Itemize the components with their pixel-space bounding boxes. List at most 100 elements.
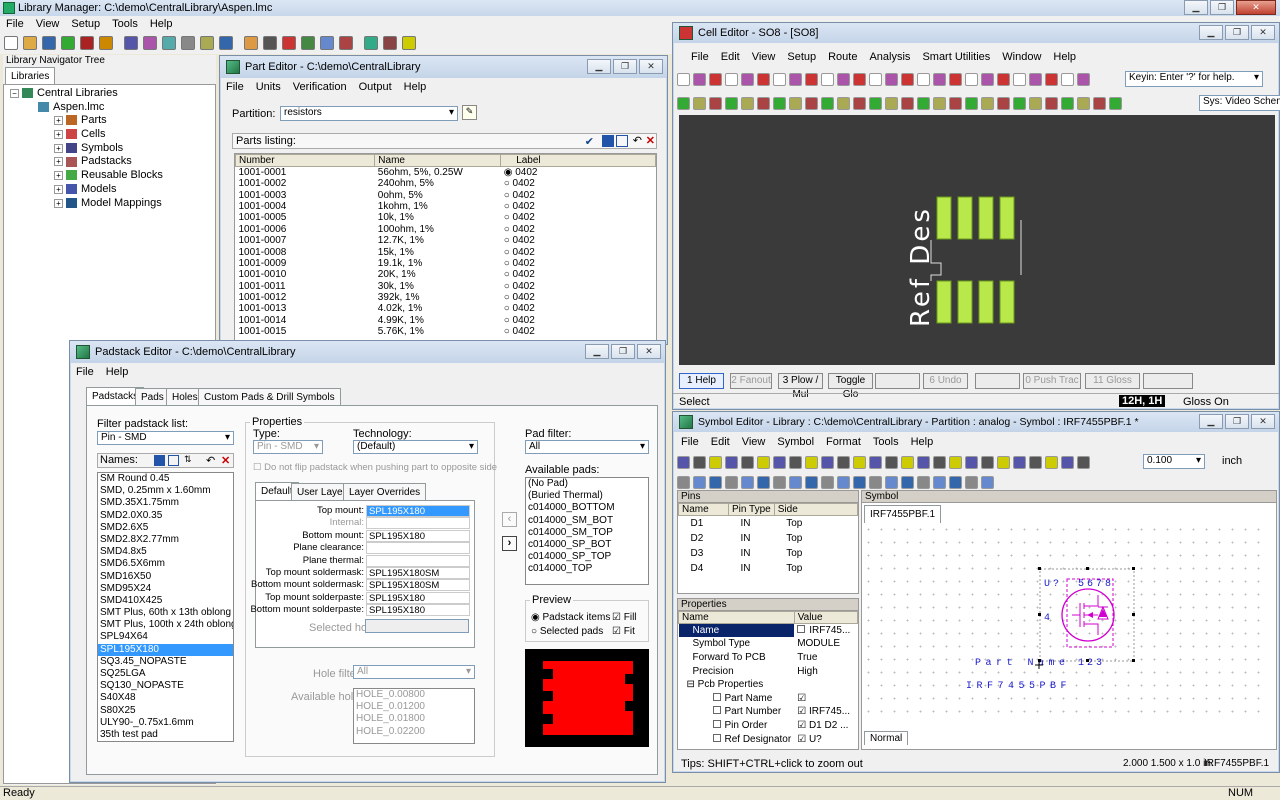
- list-item[interactable]: SPL195X180: [98, 643, 233, 656]
- layer-value[interactable]: [366, 554, 470, 567]
- pcb-pad[interactable]: [978, 280, 994, 324]
- fkey-button[interactable]: 1 Help: [679, 373, 724, 389]
- ctb1-tool-12-icon[interactable]: [869, 72, 882, 86]
- label-radio[interactable]: ○: [504, 247, 513, 258]
- main-tool-14-icon[interactable]: [282, 36, 296, 50]
- main-tool-13-icon[interactable]: [263, 36, 277, 50]
- expand-icon[interactable]: +: [54, 130, 63, 140]
- keyin-field[interactable]: Keyin: Enter '?' for help.: [1125, 71, 1263, 87]
- label-radio[interactable]: ○: [504, 303, 513, 314]
- part-menu-output[interactable]: Output: [353, 81, 398, 93]
- label-radio[interactable]: ○: [504, 315, 513, 326]
- stb2-tool-2-icon[interactable]: [709, 475, 722, 489]
- parts-check-icon[interactable]: ✔: [585, 135, 594, 148]
- prop-checkbox[interactable]: ☑: [797, 706, 809, 717]
- label-radio[interactable]: ○: [504, 190, 513, 201]
- ctb2-tool-21-icon[interactable]: [1013, 96, 1026, 110]
- stb2-tool-9-icon[interactable]: [821, 475, 834, 489]
- ctb2-tool-14-icon[interactable]: [901, 96, 914, 110]
- layer-value[interactable]: SPL195X180SM: [366, 579, 470, 592]
- pad-maximize-button[interactable]: ❐: [611, 344, 635, 359]
- main-tool-11-icon[interactable]: [219, 36, 233, 50]
- pcb-pad[interactable]: [957, 196, 973, 240]
- list-item[interactable]: S80X25: [98, 705, 233, 717]
- ctb2-tool-19-icon[interactable]: [981, 96, 994, 110]
- table-row[interactable]: Name IRF745...: [678, 623, 858, 638]
- ctb2-tool-17-icon[interactable]: [949, 96, 962, 110]
- list-item[interactable]: SMD95X24: [98, 583, 233, 595]
- main-tool-18-icon[interactable]: [364, 36, 378, 50]
- table-row[interactable]: D4 IN Top: [679, 561, 858, 576]
- tree-item[interactable]: + Reusable Blocks: [10, 169, 215, 183]
- pcb-pad[interactable]: [999, 280, 1015, 324]
- doc-tab[interactable]: IRF7455PBF.1: [864, 505, 942, 523]
- stb1-tool-6-icon[interactable]: [773, 455, 786, 469]
- pcb-canvas[interactable]: Ref Des: [679, 115, 1275, 365]
- fit-checkbox[interactable]: ☑ Fit: [612, 626, 635, 637]
- stb2-tool-7-icon[interactable]: [789, 475, 802, 489]
- main-tool-12-icon[interactable]: [244, 36, 258, 50]
- ctb1-tool-11-icon[interactable]: [853, 72, 866, 86]
- stb1-tool-16-icon[interactable]: [933, 455, 946, 469]
- list-item[interactable]: SMD4.8x5: [98, 546, 233, 558]
- layer-value[interactable]: [366, 542, 470, 555]
- main-tool-16-icon[interactable]: [320, 36, 334, 50]
- cell-menu-setup[interactable]: Setup: [781, 51, 822, 63]
- stb1-tool-23-icon[interactable]: [1045, 455, 1058, 469]
- pcb-pad[interactable]: [936, 196, 952, 240]
- stb2-tool-10-icon[interactable]: [837, 475, 850, 489]
- tab-libraries[interactable]: Libraries: [5, 67, 56, 85]
- table-row[interactable]: 1001-0008 15k, 1% ○ 0402: [236, 246, 656, 258]
- grid-select[interactable]: 0.100: [1143, 454, 1205, 469]
- fkey-button[interactable]: Toggle Glo: [828, 373, 873, 400]
- ctb1-tool-19-icon[interactable]: [981, 72, 994, 86]
- part-minimize-button[interactable]: ▁: [587, 59, 611, 74]
- ctb1-tool-14-icon[interactable]: [901, 72, 914, 86]
- ctb1-tool-9-icon[interactable]: [821, 72, 834, 86]
- main-tool-2-icon[interactable]: [42, 36, 56, 50]
- stb2-tool-3-icon[interactable]: [725, 475, 738, 489]
- list-item[interactable]: c014000_TOP: [526, 563, 648, 575]
- table-row[interactable]: 1001-0005 10k, 1% ○ 0402: [236, 212, 656, 223]
- stb1-tool-11-icon[interactable]: [853, 455, 866, 469]
- label-radio[interactable]: ○: [504, 326, 513, 337]
- table-row[interactable]: D2 IN Top: [679, 531, 858, 546]
- minimize-button[interactable]: ▁: [1184, 0, 1208, 15]
- prop-col-value[interactable]: Value: [793, 611, 858, 624]
- parts-copy-icon[interactable]: [616, 135, 628, 147]
- cell-close-button[interactable]: ✕: [1251, 25, 1275, 40]
- stb1-tool-19-icon[interactable]: [981, 455, 994, 469]
- collapse-icon[interactable]: ⊟: [687, 679, 698, 690]
- list-item[interactable]: SQ3.45_NOPASTE: [98, 656, 233, 668]
- names-sort-icon[interactable]: ⇅: [184, 454, 192, 465]
- stb2-tool-17-icon[interactable]: [949, 475, 962, 489]
- main-tool-10-icon[interactable]: [200, 36, 214, 50]
- list-item[interactable]: c014000_SP_TOP: [526, 551, 648, 563]
- list-item[interactable]: (No Pad): [526, 478, 648, 490]
- ctb2-tool-7-icon[interactable]: [789, 96, 802, 110]
- cell-menu-view[interactable]: View: [746, 51, 782, 63]
- list-item[interactable]: SMT Plus, 100th x 24th oblong: [98, 619, 233, 631]
- expand-icon[interactable]: +: [54, 116, 63, 126]
- expand-icon[interactable]: +: [54, 171, 63, 181]
- list-item[interactable]: ULY90-_0.75x1.6mm: [98, 717, 233, 729]
- fkey-button[interactable]: 11 Gloss: [1085, 373, 1140, 389]
- table-row[interactable]: Ref Designator ☑ U?: [679, 732, 858, 746]
- cell-menu-smart-utilities[interactable]: Smart Utilities: [916, 51, 996, 63]
- ctb2-tool-27-icon[interactable]: [1109, 96, 1122, 110]
- partition-search-icon[interactable]: ✎: [462, 105, 477, 120]
- stb2-tool-11-icon[interactable]: [853, 475, 866, 489]
- prop-checkbox[interactable]: ☑: [797, 720, 809, 731]
- pcb-pad[interactable]: [978, 196, 994, 240]
- list-item[interactable]: SM Round 0.45: [98, 473, 233, 485]
- menu-setup[interactable]: Setup: [65, 18, 106, 30]
- sym-menu-view[interactable]: View: [736, 436, 772, 448]
- table-row[interactable]: 1001-0002 240ohm, 5% ○ 0402: [236, 178, 656, 189]
- table-row[interactable]: Precision High: [679, 664, 858, 678]
- expand-icon[interactable]: +: [54, 184, 63, 194]
- ctb2-tool-2-icon[interactable]: [709, 96, 722, 110]
- list-item[interactable]: SPL94X64: [98, 631, 233, 643]
- ctb1-tool-5-icon[interactable]: [757, 72, 770, 86]
- ctb2-tool-18-icon[interactable]: [965, 96, 978, 110]
- prop-col-name[interactable]: Name: [678, 611, 795, 624]
